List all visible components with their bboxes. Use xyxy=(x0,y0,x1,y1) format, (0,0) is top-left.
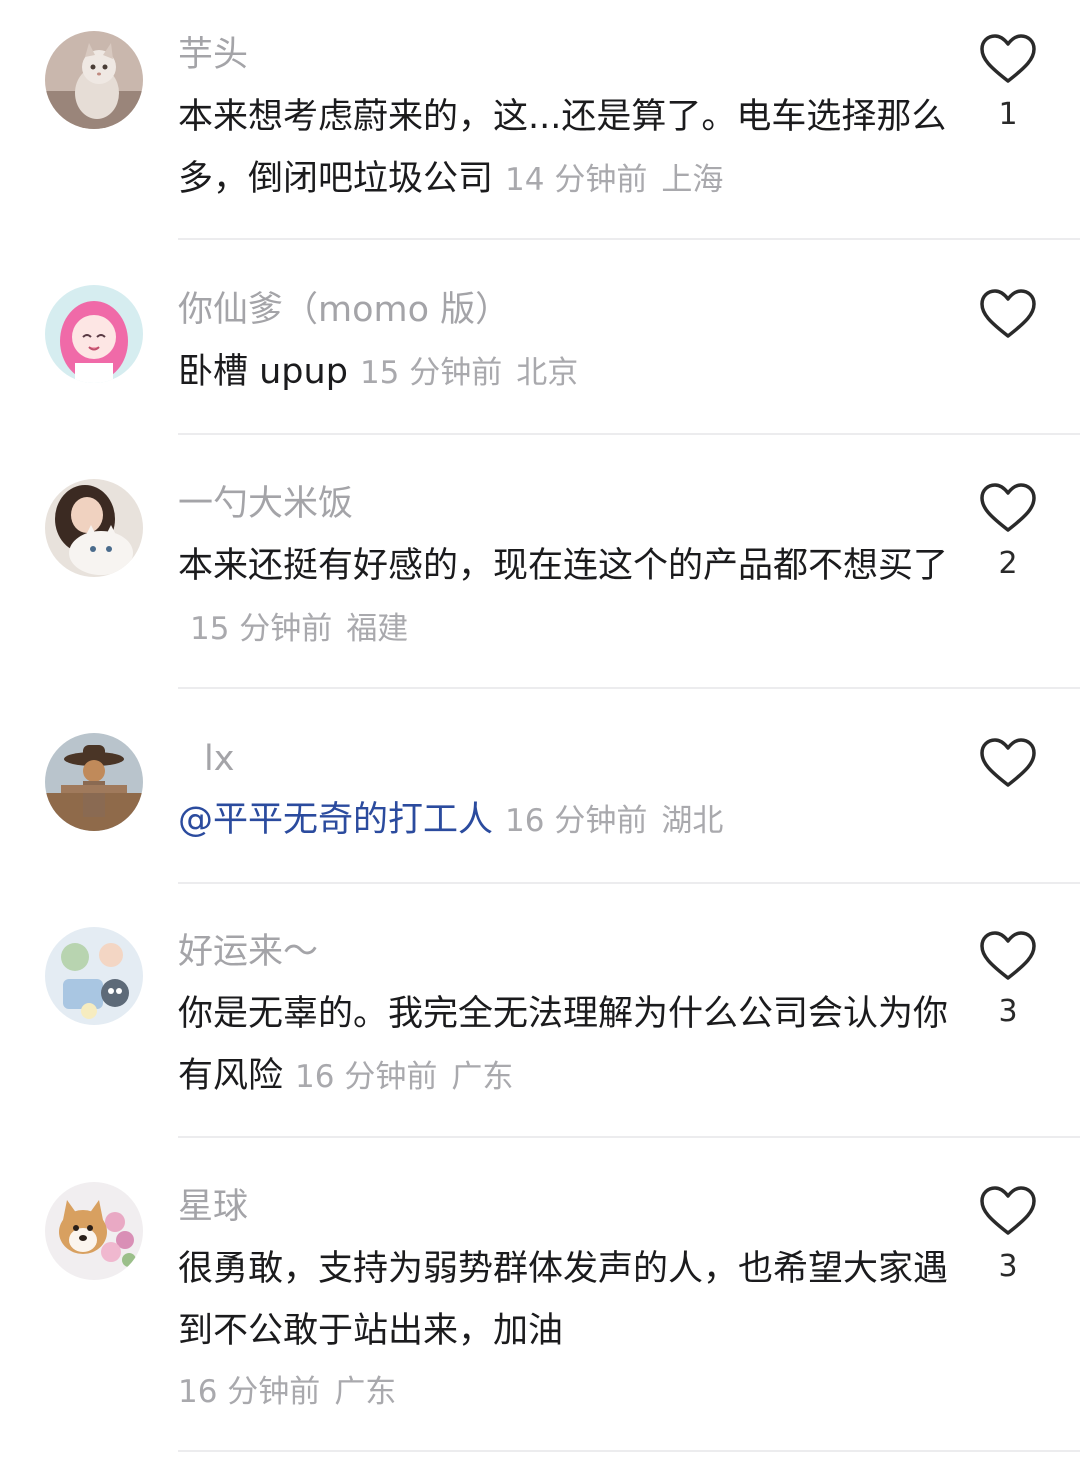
comment-time: 16 分钟前 xyxy=(295,1059,438,1095)
username[interactable]: lx xyxy=(204,737,234,781)
comment-location: 福建 xyxy=(346,611,409,647)
heart-icon xyxy=(980,931,1036,980)
comment-text: 卧槽 upup 15 分钟前 北京 xyxy=(178,341,948,404)
heart-icon xyxy=(980,1186,1036,1235)
like-button[interactable] xyxy=(978,737,1038,789)
like-button[interactable] xyxy=(978,482,1038,534)
comment-text: @平平无奇的打工人 16 分钟前 湖北 xyxy=(178,789,948,852)
comment-location: 湖北 xyxy=(661,803,724,839)
username[interactable]: 一勺大米饭 xyxy=(178,482,353,526)
girl-with-cat-avatar-icon[interactable] xyxy=(45,479,143,577)
cat-avatar-icon[interactable] xyxy=(45,31,143,129)
username[interactable]: 芋头 xyxy=(178,33,248,77)
comment-text: 本来还挺有好感的，现在连这个的产品都不想买了 15 分钟前 福建 xyxy=(178,535,948,660)
username[interactable]: 好运来～ xyxy=(178,930,318,974)
anime-girl-avatar-icon[interactable] xyxy=(45,285,143,383)
comment-location: 广东 xyxy=(334,1374,397,1410)
heart-icon xyxy=(980,289,1036,338)
like-count: 1 xyxy=(998,97,1018,132)
comment-meta: 15 分钟前 福建 xyxy=(190,611,408,647)
comment-meta: 15 分钟前 北京 xyxy=(360,355,578,391)
divider xyxy=(178,1136,1080,1138)
like-count: 3 xyxy=(998,1249,1018,1284)
username[interactable]: 星球 xyxy=(178,1185,248,1229)
comment-location: 广东 xyxy=(451,1059,514,1095)
comment-text: 很勇敢，支持为弱势群体发声的人，也希望大家遇到不公敢于站出来，加油 xyxy=(178,1238,948,1362)
comment-content: 很勇敢，支持为弱势群体发声的人，也希望大家遇到不公敢于站出来，加油 xyxy=(178,1249,949,1351)
like-count: 3 xyxy=(998,994,1018,1029)
like-count: 2 xyxy=(998,546,1018,581)
divider xyxy=(178,433,1080,435)
like-button[interactable] xyxy=(978,33,1038,85)
like-button[interactable] xyxy=(978,288,1038,340)
username[interactable]: 你仙爹（momo 版） xyxy=(178,288,510,332)
like-button[interactable] xyxy=(978,1185,1038,1237)
comment-time: 14 分钟前 xyxy=(505,162,648,198)
comment-text: 本来想考虑蔚来的，这...还是算了。电车选择那么多，倒闭吧垃圾公司 14 分钟前上… xyxy=(178,86,948,211)
comment-meta: 14 分钟前 上海 xyxy=(505,162,723,198)
scarecrow-avatar-icon[interactable] xyxy=(45,733,143,831)
comment-time: 15 分钟前 xyxy=(359,355,503,391)
like-button[interactable] xyxy=(978,930,1038,982)
divider xyxy=(178,882,1080,884)
comment-content: 你是无辜的。我完全无法理解为什么公司会认为你有风险 xyxy=(178,994,949,1096)
divider xyxy=(178,238,1080,240)
comment-location: 北京 xyxy=(516,355,579,391)
comment-time: 16 分钟前 xyxy=(505,803,648,839)
dog-with-flowers-avatar-icon[interactable] xyxy=(45,1182,143,1280)
comment-text: 你是无辜的。我完全无法理解为什么公司会认为你有风险 16 分钟前 广东 xyxy=(178,983,948,1108)
mention-link[interactable]: @平平无奇的打工人 xyxy=(178,800,493,840)
heart-icon xyxy=(980,34,1036,83)
comment-location: 上海 xyxy=(661,162,724,198)
pastel-illustration-avatar-icon[interactable] xyxy=(45,927,143,1025)
comment-meta: 16 分钟前 湖北 xyxy=(505,803,723,839)
comment-meta: 16 分钟前 广东 xyxy=(295,1059,513,1095)
comment-content: 卧槽 upup xyxy=(178,352,348,392)
comment-content: 本来还挺有好感的，现在连这个的产品都不想买了 xyxy=(178,546,949,586)
heart-icon xyxy=(980,483,1036,532)
comment-time: 16 分钟前 xyxy=(178,1374,321,1410)
comment-meta: 16 分钟前 广东 xyxy=(178,1370,396,1414)
comment-time: 15 分钟前 xyxy=(190,611,333,647)
divider xyxy=(178,1450,1080,1452)
heart-icon xyxy=(980,738,1036,787)
divider xyxy=(178,687,1080,689)
